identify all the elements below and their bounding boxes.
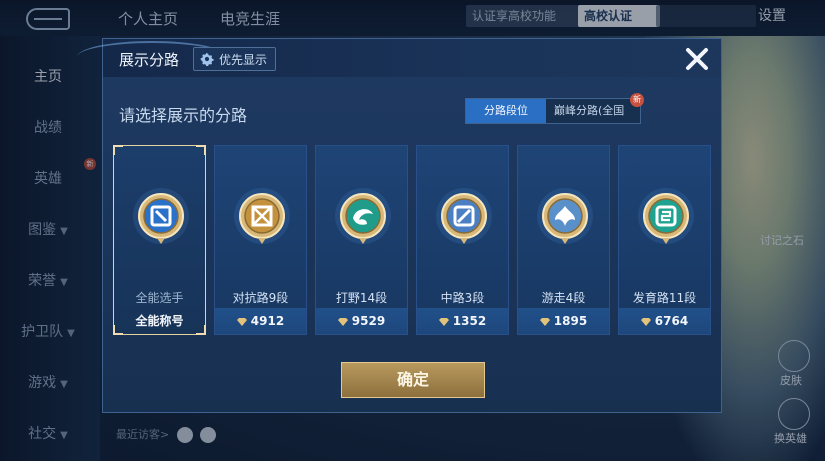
- lane-score: 全能称号: [114, 308, 205, 334]
- lane-type-toggle: 分路段位 巅峰分路(全国 新: [465, 93, 644, 124]
- rank-diamond-icon: [640, 317, 651, 326]
- rank-diamond-icon: [236, 317, 247, 326]
- lane-card[interactable]: 中路3段 1352: [416, 145, 509, 335]
- selection-corner: [113, 145, 123, 155]
- lane-name: 全能选手: [135, 291, 184, 305]
- lane-emblem-icon: [234, 188, 290, 244]
- gear-icon: [200, 52, 214, 66]
- lane-score: 9529: [316, 308, 407, 334]
- lane-score-value: 9529: [351, 314, 386, 328]
- lane-emblem-icon: [335, 188, 391, 244]
- modal-subtitle: 请选择展示的分路: [119, 106, 248, 125]
- rank-diamond-icon: [438, 317, 449, 326]
- lane-name: 对抗路9段: [232, 291, 289, 305]
- selection-corner: [196, 325, 206, 335]
- rank-diamond-icon: [539, 317, 550, 326]
- lane-name: 中路3段: [440, 291, 485, 305]
- lane-score-value: 1352: [452, 314, 487, 328]
- lane-emblem-icon: [133, 188, 189, 244]
- new-badge: 新: [630, 93, 644, 107]
- selection-corner: [196, 145, 206, 155]
- modal-title: 展示分路: [119, 51, 180, 69]
- lane-score: 4912: [215, 308, 306, 334]
- priority-display-button[interactable]: 优先显示: [193, 47, 277, 71]
- lane-emblem-icon: [537, 188, 593, 244]
- lane-name: 打野14段: [335, 291, 388, 305]
- lane-emblem-icon: [436, 188, 492, 244]
- lane-card[interactable]: 全能选手 全能称号: [113, 145, 206, 335]
- lane-score: 1352: [417, 308, 508, 334]
- lane-card[interactable]: 对抗路9段 4912: [214, 145, 307, 335]
- lane-name: 发育路11段: [632, 291, 697, 305]
- lane-score-value: 全能称号: [135, 314, 184, 328]
- modal-header: 展示分路 优先显示: [77, 39, 721, 77]
- lane-card[interactable]: 游走4段 1895: [517, 145, 610, 335]
- rank-diamond-icon: [337, 317, 348, 326]
- toggle-lane-rank[interactable]: 分路段位: [466, 99, 546, 123]
- lane-score-value: 6764: [654, 314, 689, 328]
- lane-card[interactable]: 打野14段 9529: [315, 145, 408, 335]
- lane-score: 6764: [619, 308, 710, 334]
- lane-score: 1895: [518, 308, 609, 334]
- lane-name: 游走4段: [541, 291, 586, 305]
- lane-card[interactable]: 发育路11段 6764: [618, 145, 711, 335]
- toggle-peak-lane[interactable]: 巅峰分路(全国 新: [546, 93, 644, 123]
- lane-display-modal: 展示分路 优先显示 请选择展示的分路 分路段位 巅峰分路(全国 新 全能选手全能…: [77, 38, 722, 413]
- close-icon[interactable]: [681, 43, 713, 75]
- lane-score-value: 4912: [250, 314, 285, 328]
- lane-score-value: 1895: [553, 314, 588, 328]
- selection-corner: [113, 325, 123, 335]
- confirm-button[interactable]: 确定: [341, 362, 485, 398]
- lane-emblem-icon: [638, 188, 694, 244]
